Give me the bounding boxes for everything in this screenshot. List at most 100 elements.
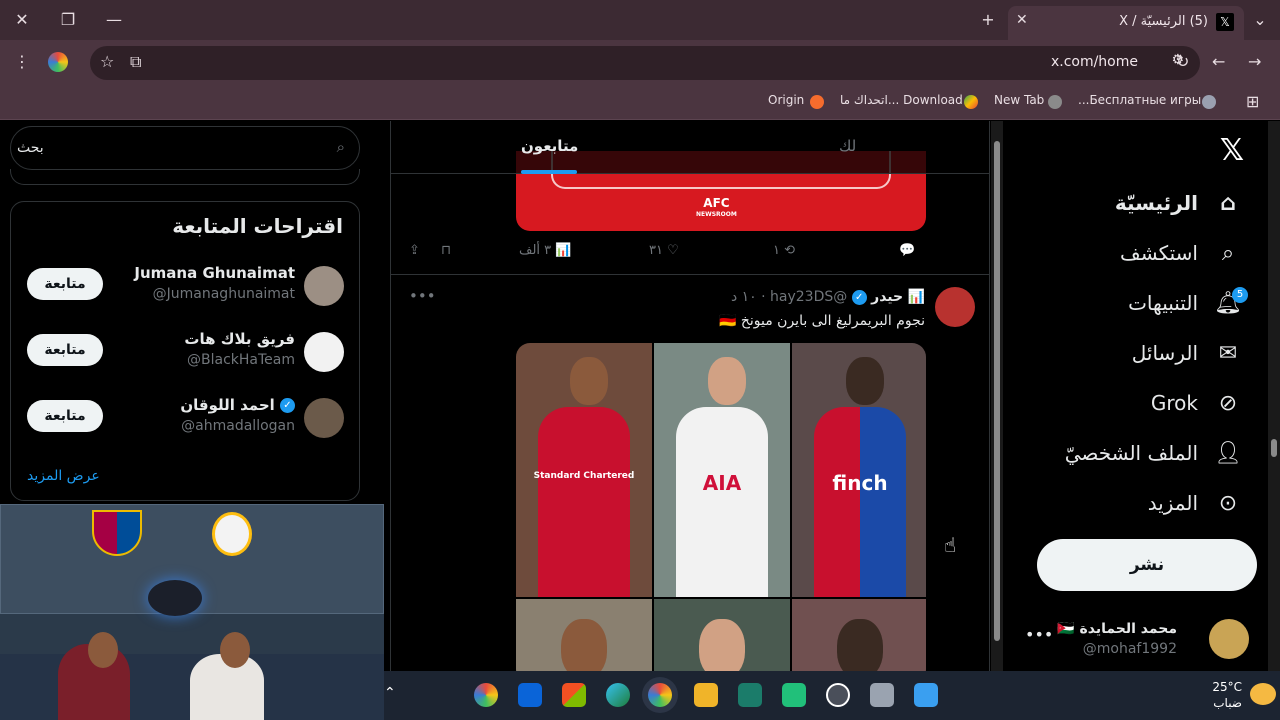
afc-sub: NEWSROOM: [696, 211, 737, 218]
forward-icon[interactable]: →: [1248, 52, 1261, 71]
tweet-header: 📊 حيدر ✓ @hay23DS · ١٠ د: [731, 289, 925, 305]
image-cell[interactable]: AIA: [654, 343, 790, 597]
bookmark-origin[interactable]: Origin: [768, 93, 804, 107]
all-bookmarks-icon[interactable]: ⊞: [1246, 92, 1259, 111]
image-cell[interactable]: Standard Chartered: [516, 343, 652, 597]
editor-app-icon[interactable]: [738, 683, 762, 707]
show-more-link[interactable]: عرض المزيد: [27, 468, 100, 484]
nav-more-label: المزيد: [1147, 491, 1198, 515]
bookmark-new-tab[interactable]: New Tab: [994, 93, 1044, 107]
who-to-follow-card: اقتراحات المتابعة Jumana Ghunaimat @Juma…: [10, 201, 360, 501]
tweet-time[interactable]: ١٠ د: [731, 289, 757, 305]
weather-desc: ضباب: [1213, 696, 1242, 710]
account-more-icon[interactable]: •••: [1025, 625, 1053, 644]
minimize-window-icon[interactable]: —: [100, 8, 128, 32]
avatar[interactable]: [935, 287, 975, 327]
scroll-thumb[interactable]: [1271, 439, 1277, 457]
suggestion-item[interactable]: Jumana Ghunaimat @Jumanaghunaimat متابعة: [11, 262, 359, 314]
like-count[interactable]: ♡ ٣١: [649, 243, 679, 258]
back-icon[interactable]: ←: [1212, 52, 1225, 71]
address-bar[interactable]: ☆ ⧉ x.com/home ⚙: [90, 46, 1200, 80]
nav-grok[interactable]: ⊘ Grok: [1151, 383, 1242, 423]
image-cell[interactable]: [516, 599, 652, 671]
nav-more[interactable]: ⊙ المزيد: [1148, 483, 1242, 523]
reload-icon[interactable]: ↻: [1176, 52, 1189, 71]
nav-explore[interactable]: ⌕ استكشف: [1120, 233, 1242, 273]
likes-value: ٣١: [649, 243, 663, 258]
tweet-more-icon[interactable]: •••: [409, 287, 436, 305]
nav-explore-label: استكشف: [1120, 241, 1198, 265]
chrome-active-icon[interactable]: [648, 683, 672, 707]
tweet-image-grid[interactable]: Standard Chartered AIA finch: [516, 343, 926, 671]
suggestion-handle: @ahmadallogan: [181, 418, 295, 434]
suggestion-item[interactable]: فريق بلاك هات @BlackHaTeam متابعة: [11, 328, 359, 380]
chrome-app-icon[interactable]: [474, 683, 498, 707]
timeline-scrollbar[interactable]: [991, 121, 1003, 671]
file-explorer-icon[interactable]: [694, 683, 718, 707]
edge-app-icon[interactable]: [606, 683, 630, 707]
store-app-icon[interactable]: [562, 683, 586, 707]
follow-button[interactable]: متابعة: [27, 400, 103, 432]
weather-widget[interactable]: 25°C ضباب: [1212, 679, 1242, 711]
nav-messages[interactable]: ✉ الرسائل: [1132, 333, 1242, 373]
avatar[interactable]: [304, 332, 344, 372]
bookmark-free-games[interactable]: Бесплатные игры...: [1078, 93, 1201, 107]
profile-avatar-icon[interactable]: [48, 52, 68, 72]
new-tab-icon[interactable]: +: [974, 8, 1002, 32]
active-tab[interactable]: ✕ (5) الرئيسيّة / X 𝕏: [1008, 6, 1244, 40]
follow-button[interactable]: متابعة: [27, 334, 103, 366]
restore-window-icon[interactable]: ❐: [54, 8, 82, 32]
suggestion-item[interactable]: ✓ احمد اللوقان @ahmadallogan متابعة: [11, 394, 359, 446]
bookmark-icon[interactable]: ⊓: [441, 243, 451, 258]
window-app-icon[interactable]: [870, 683, 894, 707]
x-logo-icon[interactable]: 𝕏: [1220, 133, 1244, 168]
player-figure: [537, 407, 631, 597]
tab-title: (5) الرئيسيّة / X: [1119, 14, 1208, 29]
suggestion-name[interactable]: ✓ احمد اللوقان: [180, 396, 295, 414]
follow-button[interactable]: متابعة: [27, 268, 103, 300]
search-box[interactable]: بحث ⌕: [10, 126, 360, 170]
real-madrid-crest-icon: [212, 512, 252, 556]
search-input[interactable]: بحث: [17, 140, 44, 156]
tweet-author-name[interactable]: حيدر: [871, 289, 903, 305]
close-tab-icon[interactable]: ✕: [1016, 12, 1028, 28]
avatar[interactable]: [304, 398, 344, 438]
install-app-icon[interactable]: ⧉: [130, 52, 141, 72]
close-window-icon[interactable]: ✕: [8, 8, 36, 32]
tab-for-you[interactable]: لك: [839, 137, 856, 155]
tab-search-icon[interactable]: ⌄: [1246, 8, 1274, 32]
obs-app-icon[interactable]: [826, 683, 850, 707]
suggestion-name[interactable]: فريق بلاك هات: [184, 330, 295, 348]
image-cell[interactable]: finch: [792, 343, 926, 597]
menu-kebab-icon[interactable]: ⋮: [14, 52, 30, 71]
grok-icon: ⊘: [1218, 390, 1238, 416]
nav-notifications[interactable]: 🔔︎ 5 التنبيهات: [1128, 283, 1248, 323]
tweet-author-handle[interactable]: @hay23DS: [770, 289, 847, 305]
tray-overflow-icon[interactable]: ⌃: [384, 685, 396, 701]
bookmark-download[interactable]: Download ...اتحداك ما: [840, 93, 963, 107]
suggestion-name[interactable]: Jumana Ghunaimat: [134, 264, 295, 282]
url-text[interactable]: x.com/home: [1051, 54, 1138, 70]
retweet-icon: ⟲: [784, 243, 796, 258]
outlook-app-icon[interactable]: [518, 683, 542, 707]
origin-icon: [810, 95, 824, 109]
windows-start-icon[interactable]: [914, 683, 938, 707]
nav-home[interactable]: ⌂ الرئيسيّة: [1115, 183, 1242, 223]
retweet-count[interactable]: ⟲ ١: [773, 243, 795, 258]
reply-icon[interactable]: 💬: [899, 243, 915, 258]
post-button[interactable]: نشر: [1037, 539, 1257, 591]
avatar[interactable]: [304, 266, 344, 306]
media-app-icon[interactable]: [782, 683, 806, 707]
image-cell[interactable]: [654, 599, 790, 671]
bookmark-star-icon[interactable]: ☆: [100, 52, 114, 71]
scroll-thumb[interactable]: [994, 141, 1000, 641]
views-count[interactable]: 📊 ٣ ألف: [519, 243, 571, 258]
tab-following[interactable]: متابعون: [521, 137, 578, 155]
share-icon[interactable]: ⇪: [409, 243, 420, 258]
home-icon: ⌂: [1220, 190, 1236, 216]
account-switcher[interactable]: ••• محمد الحمايدة 🇯🇴 @mohaf1992: [1025, 617, 1265, 667]
image-cell[interactable]: [792, 599, 926, 671]
page-scrollbar[interactable]: [1268, 121, 1280, 671]
nav-profile[interactable]: 👤︎ الملف الشخصيّ: [1065, 433, 1242, 473]
nav-home-label: الرئيسيّة: [1114, 191, 1198, 215]
